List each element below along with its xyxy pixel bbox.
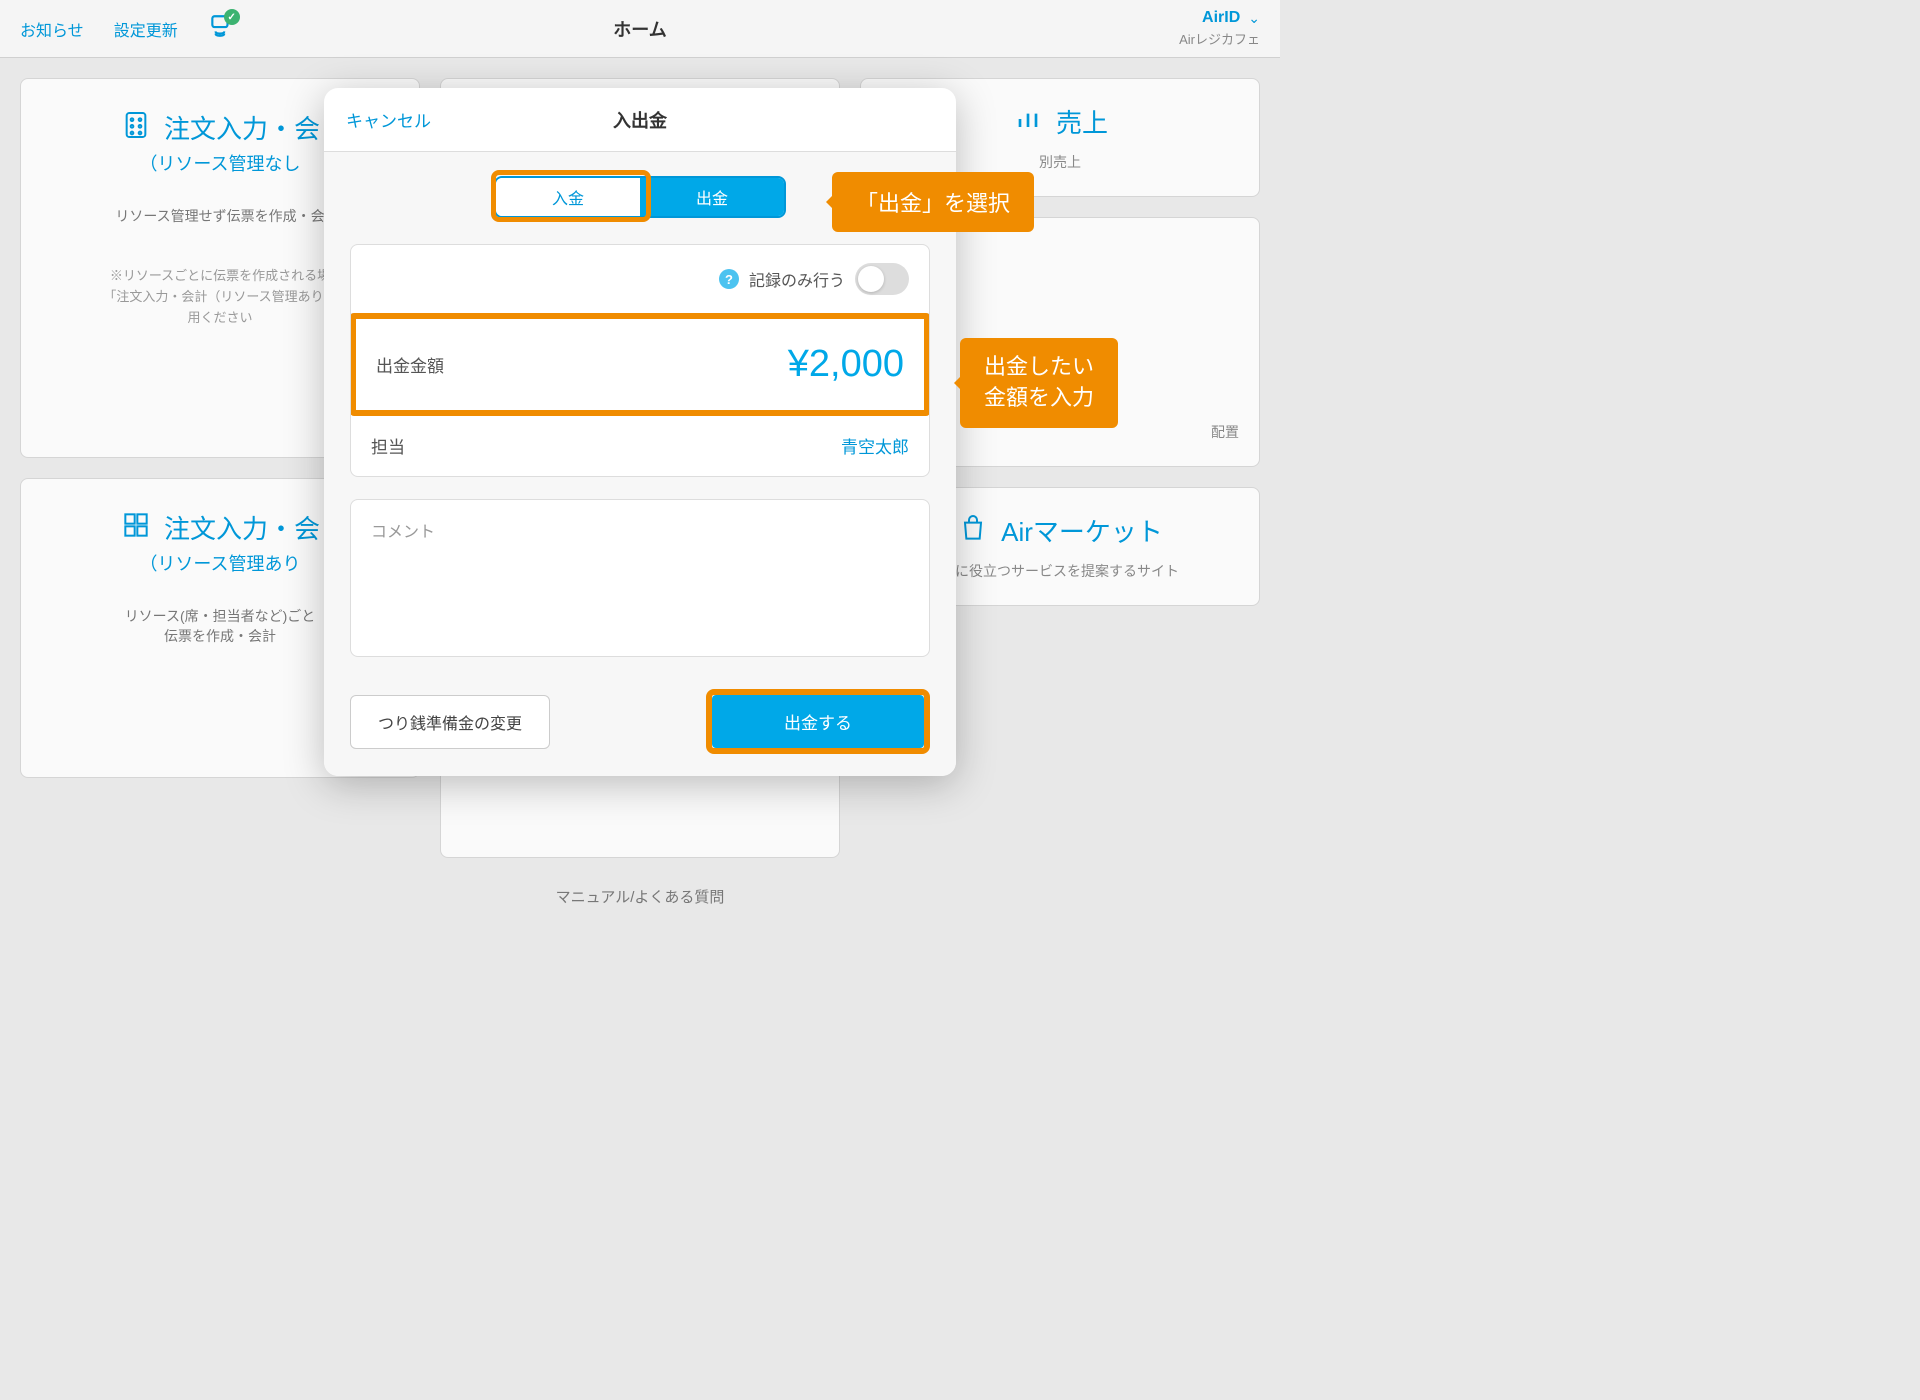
segment-control: 入金 出金 [494,176,786,218]
staff-label: 担当 [371,433,405,458]
modal-title: 入出金 [613,107,667,133]
record-only-toggle[interactable] [855,263,909,295]
modal-overlay: キャンセル 入出金 入金 出金 ? 記録のみ行う 出金金額 [0,0,1280,933]
comment-placeholder: コメント [371,524,435,541]
cancel-button[interactable]: キャンセル [346,107,431,132]
modal-header: キャンセル 入出金 [324,88,956,152]
submit-button[interactable]: 出金する [712,695,924,748]
amount-label: 出金金額 [376,352,444,377]
segment-withdraw[interactable]: 出金 [640,178,784,216]
staff-row[interactable]: 担当 青空太郎 [351,415,929,476]
amount-value: ¥2,000 [788,343,904,386]
staff-name: 青空太郎 [841,433,909,458]
help-icon[interactable]: ? [719,269,739,289]
comment-input[interactable]: コメント [350,499,930,657]
form-group: ? 記録のみ行う 出金金額 ¥2,000 担当 青空太郎 [350,244,930,477]
segment-deposit[interactable]: 入金 [496,178,640,216]
callout-select-withdraw: 「出金」を選択 [832,172,1034,232]
callout-enter-amount: 出金したい 金額を入力 [960,338,1118,428]
amount-row[interactable]: 出金金額 ¥2,000 [356,319,924,410]
modal-footer: つり銭準備金の変更 出金する [324,675,956,776]
change-reserve-button[interactable]: つり銭準備金の変更 [350,695,550,749]
amount-highlight: 出金金額 ¥2,000 [350,313,930,416]
record-only-row: ? 記録のみ行う [351,245,929,314]
submit-highlight: 出金する [706,689,930,754]
record-only-label: 記録のみ行う [749,267,845,291]
